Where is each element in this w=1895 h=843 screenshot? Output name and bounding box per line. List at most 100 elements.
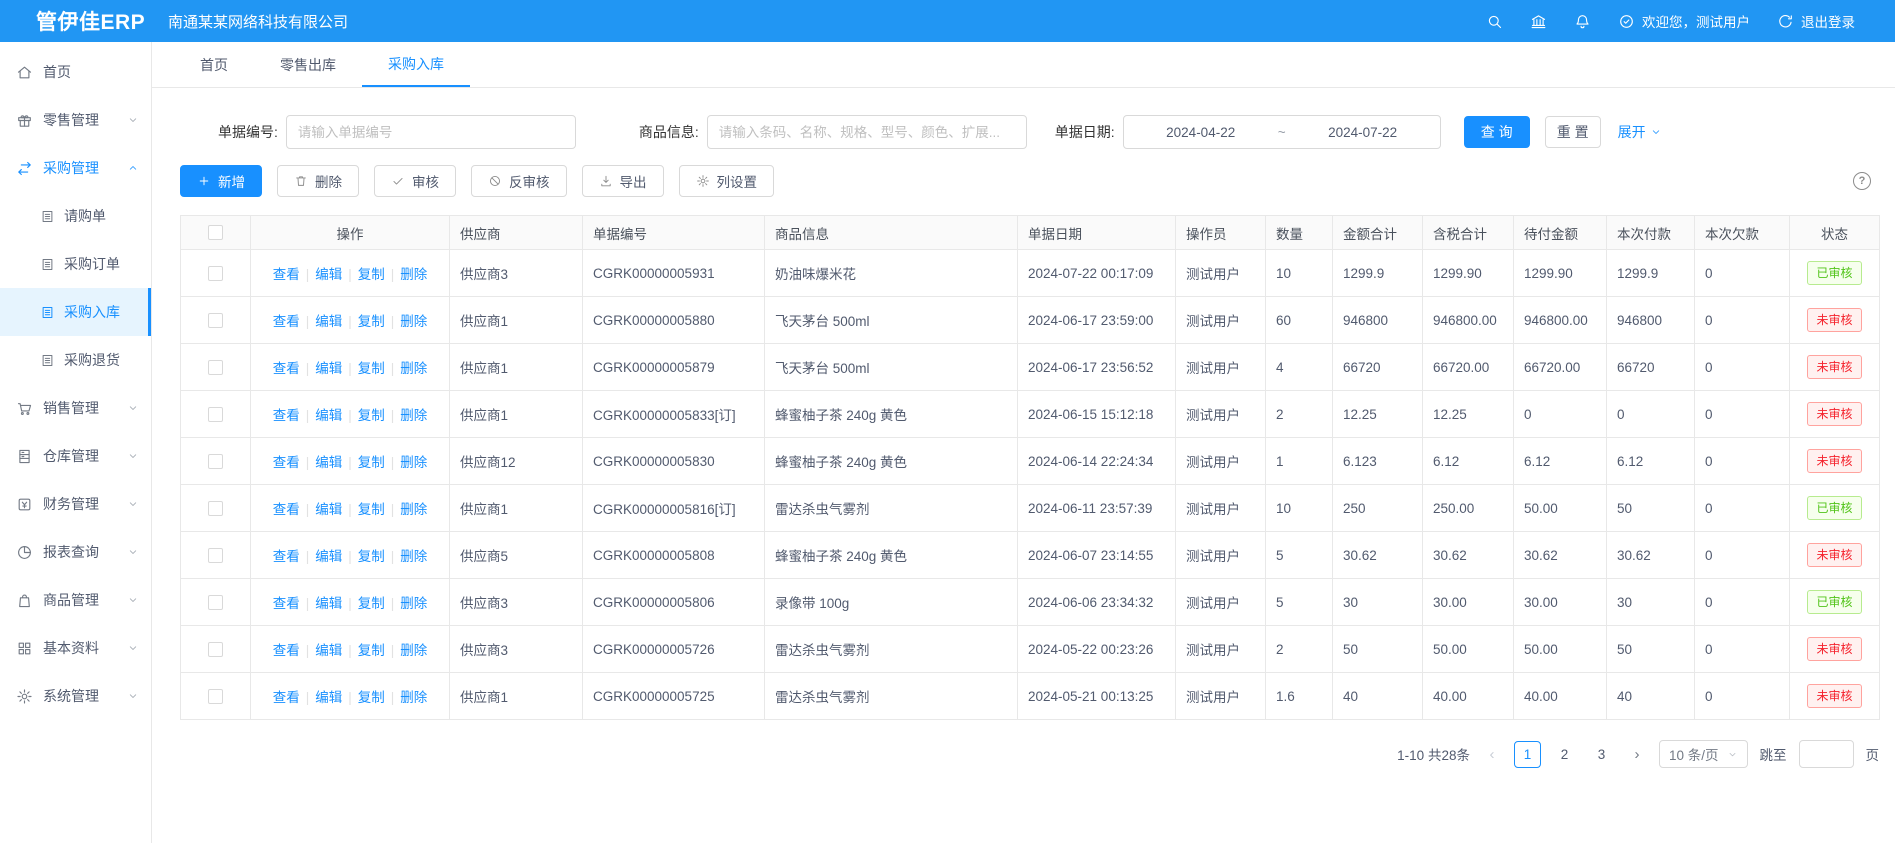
sidebar-item-home[interactable]: 首页 [0,48,151,96]
action-delete[interactable]: 删除 [400,455,427,470]
column-settings-label: 列设置 [717,171,758,191]
action-view[interactable]: 查看 [273,502,300,517]
expand-link[interactable]: 展开 [1618,122,1662,142]
sidebar-item-purchase[interactable]: 采购管理 [0,144,151,192]
sidebar-item-purchase-order[interactable]: 采购订单 [0,240,151,288]
sidebar-item-system[interactable]: 系统管理 [0,672,151,720]
action-edit[interactable]: 编辑 [315,502,342,517]
action-view[interactable]: 查看 [273,690,300,705]
action-copy[interactable]: 复制 [358,361,385,376]
action-edit[interactable]: 编辑 [315,690,342,705]
action-delete[interactable]: 删除 [400,361,427,376]
action-copy[interactable]: 复制 [358,267,385,282]
action-delete[interactable]: 删除 [400,314,427,329]
page-button-3[interactable]: 3 [1588,741,1615,768]
add-button[interactable]: 新增 [180,165,262,197]
action-view[interactable]: 查看 [273,455,300,470]
date-start[interactable]: 2024-04-22 [1166,125,1235,140]
action-copy[interactable]: 复制 [358,455,385,470]
next-page-button[interactable]: › [1627,746,1647,763]
date-range-picker[interactable]: 2024-04-22 ~ 2024-07-22 [1123,115,1441,149]
tab-home[interactable]: 首页 [174,42,254,87]
action-delete[interactable]: 删除 [400,643,427,658]
doc-no-input[interactable] [286,115,576,149]
action-view[interactable]: 查看 [273,408,300,423]
action-separator: | [306,643,310,658]
sidebar-item-warehouse[interactable]: 仓库管理 [0,432,151,480]
action-copy[interactable]: 复制 [358,502,385,517]
select-all-checkbox[interactable] [208,225,223,240]
row-checkbox[interactable] [208,689,223,704]
action-copy[interactable]: 复制 [358,314,385,329]
action-delete[interactable]: 删除 [400,502,427,517]
action-copy[interactable]: 复制 [358,643,385,658]
audit-button[interactable]: 审核 [374,165,456,197]
action-delete[interactable]: 删除 [400,549,427,564]
action-view[interactable]: 查看 [273,314,300,329]
action-view[interactable]: 查看 [273,361,300,376]
action-copy[interactable]: 复制 [358,596,385,611]
search-button[interactable]: 查 询 [1464,116,1530,148]
cell-paid: 30 [1607,579,1695,626]
page-button-2[interactable]: 2 [1551,741,1578,768]
sidebar-item-retail[interactable]: 零售管理 [0,96,151,144]
page-size-select[interactable]: 10 条/页 [1659,740,1748,768]
action-edit[interactable]: 编辑 [315,455,342,470]
sidebar-item-basic-data[interactable]: 基本资料 [0,624,151,672]
row-checkbox[interactable] [208,454,223,469]
row-checkbox[interactable] [208,595,223,610]
action-delete[interactable]: 删除 [400,267,427,282]
prev-page-button[interactable]: ‹ [1482,746,1502,763]
row-checkbox[interactable] [208,360,223,375]
sidebar-item-purchase-inbound[interactable]: 采购入库 [0,288,151,336]
row-checkbox[interactable] [208,407,223,422]
bank-icon[interactable] [1530,13,1547,30]
action-edit[interactable]: 编辑 [315,361,342,376]
reset-button[interactable]: 重 置 [1545,116,1601,148]
action-copy[interactable]: 复制 [358,408,385,423]
sidebar-item-sales[interactable]: 销售管理 [0,384,151,432]
action-edit[interactable]: 编辑 [315,643,342,658]
unaudit-button[interactable]: 反审核 [471,165,567,197]
chevron-up-icon [127,162,139,174]
help-icon[interactable]: ? [1853,172,1871,190]
action-edit[interactable]: 编辑 [315,408,342,423]
action-view[interactable]: 查看 [273,267,300,282]
delete-button[interactable]: 删除 [277,165,359,197]
sidebar-item-finance[interactable]: 财务管理 [0,480,151,528]
action-copy[interactable]: 复制 [358,549,385,564]
search-icon[interactable] [1486,13,1503,30]
action-view[interactable]: 查看 [273,643,300,658]
action-edit[interactable]: 编辑 [315,314,342,329]
action-delete[interactable]: 删除 [400,408,427,423]
date-end[interactable]: 2024-07-22 [1328,125,1397,140]
jump-page-input[interactable] [1799,740,1854,768]
row-checkbox[interactable] [208,266,223,281]
export-button[interactable]: 导出 [582,165,664,197]
action-copy[interactable]: 复制 [358,690,385,705]
row-checkbox[interactable] [208,501,223,516]
tab-purchase-inbound[interactable]: 采购入库 [362,42,470,87]
sidebar-item-purchase-request[interactable]: 请购单 [0,192,151,240]
row-checkbox[interactable] [208,313,223,328]
sidebar-item-purchase-return[interactable]: 采购退货 [0,336,151,384]
row-checkbox[interactable] [208,548,223,563]
page-button-1[interactable]: 1 [1514,741,1541,768]
action-edit[interactable]: 编辑 [315,596,342,611]
action-view[interactable]: 查看 [273,596,300,611]
action-delete[interactable]: 删除 [400,596,427,611]
tab-retail-outbound[interactable]: 零售出库 [254,42,362,87]
sidebar-item-report[interactable]: 报表查询 [0,528,151,576]
cell-operator: 测试用户 [1176,673,1266,720]
logout-button[interactable]: 退出登录 [1777,11,1855,31]
action-edit[interactable]: 编辑 [315,267,342,282]
bell-icon[interactable] [1574,13,1591,30]
sidebar-item-goods[interactable]: 商品管理 [0,576,151,624]
action-edit[interactable]: 编辑 [315,549,342,564]
action-view[interactable]: 查看 [273,549,300,564]
column-settings-button[interactable]: 列设置 [679,165,775,197]
product-input[interactable] [707,115,1027,149]
action-delete[interactable]: 删除 [400,690,427,705]
row-checkbox[interactable] [208,642,223,657]
user-menu[interactable]: 欢迎您，测试用户 [1618,11,1750,31]
